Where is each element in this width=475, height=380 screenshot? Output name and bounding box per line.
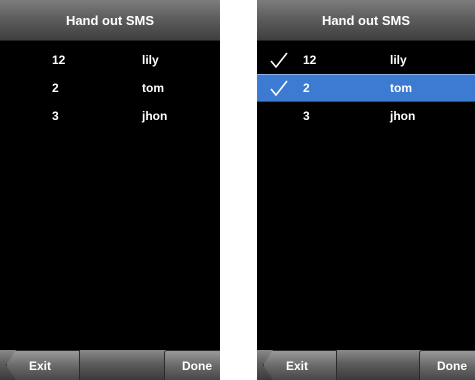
user-number: 3 bbox=[303, 109, 310, 123]
user-name: lily bbox=[390, 53, 407, 67]
check-icon bbox=[270, 52, 288, 69]
user-number: 12 bbox=[52, 53, 66, 67]
page-title: Hand out SMS bbox=[65, 13, 155, 28]
user-name: tom bbox=[390, 81, 412, 95]
done-label: Done bbox=[182, 359, 212, 373]
user-name: jhon bbox=[390, 109, 416, 123]
exit-label: Exit bbox=[29, 359, 52, 373]
list-item[interactable]: 2 tom bbox=[0, 75, 220, 101]
page-title: Hand out SMS bbox=[321, 13, 411, 28]
left-screen: Hand out SMS 12 lily 2 tom 3 jhon Exit D… bbox=[0, 0, 220, 380]
bottom-bar: Exit Done bbox=[257, 350, 475, 380]
list-item[interactable]: 12 lily bbox=[257, 47, 475, 73]
exit-button[interactable]: Exit bbox=[6, 350, 80, 380]
user-name: tom bbox=[142, 81, 164, 95]
user-name: lily bbox=[142, 53, 159, 67]
user-number: 3 bbox=[52, 109, 59, 123]
exit-button[interactable]: Exit bbox=[263, 350, 337, 380]
exit-label: Exit bbox=[286, 359, 309, 373]
done-button[interactable]: Done bbox=[419, 350, 475, 380]
bottom-bar: Exit Done bbox=[0, 350, 220, 380]
list-item-selected[interactable]: 2 tom bbox=[257, 74, 475, 102]
user-number: 2 bbox=[303, 81, 310, 95]
done-label: Done bbox=[437, 359, 467, 373]
check-icon bbox=[270, 80, 288, 97]
user-number: 12 bbox=[303, 53, 317, 67]
done-button[interactable]: Done bbox=[164, 350, 220, 380]
list-item[interactable]: 12 lily bbox=[0, 47, 220, 73]
user-name: jhon bbox=[142, 109, 168, 123]
title-bar: Hand out SMS bbox=[257, 0, 475, 41]
list-item[interactable]: 3 jhon bbox=[0, 103, 220, 129]
user-number: 2 bbox=[52, 81, 59, 95]
right-screen: Hand out SMS 12 lily 2 tom 3 jhon Exit D… bbox=[257, 0, 475, 380]
list-item[interactable]: 3 jhon bbox=[257, 103, 475, 129]
title-bar: Hand out SMS bbox=[0, 0, 220, 41]
